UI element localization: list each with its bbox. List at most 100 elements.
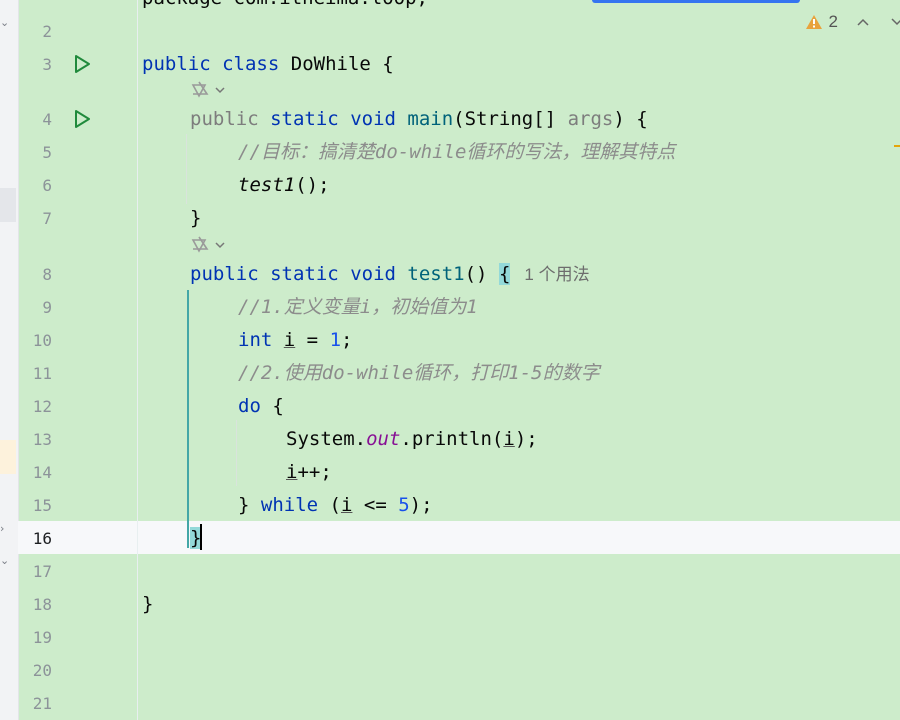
line-number: 13 — [32, 430, 52, 449]
number-literal: 1 — [329, 329, 342, 351]
chevron-down-icon[interactable] — [890, 17, 900, 27]
scope-highlight-bar — [187, 290, 189, 548]
chevron-right-icon[interactable]: › — [0, 522, 12, 535]
indent-guide — [236, 420, 237, 486]
line-number: 18 — [32, 595, 52, 614]
variable: i — [503, 428, 515, 450]
code-line-close-brace[interactable]: } — [190, 207, 201, 229]
code-line-call[interactable]: test1(); — [238, 174, 330, 196]
keyword: public — [142, 53, 211, 75]
code-line-do[interactable]: do { — [238, 395, 284, 417]
static-field: out — [366, 428, 401, 450]
method-name: main — [407, 108, 454, 130]
param-name: args — [567, 108, 614, 130]
variable: i — [340, 494, 353, 516]
keyword: public — [190, 108, 259, 130]
line-number: 17 — [32, 562, 52, 581]
strip-highlight-warning — [0, 440, 16, 474]
call-args: (); — [295, 174, 330, 196]
warning-stripe-marker[interactable] — [894, 145, 900, 147]
line-number: 2 — [42, 22, 52, 41]
paren: ( — [318, 494, 341, 516]
brace: { — [370, 53, 394, 75]
line-number: 4 — [42, 110, 52, 129]
method-name: test1 — [407, 263, 465, 285]
line-number: 7 — [42, 209, 52, 228]
line-number: 14 — [32, 463, 52, 482]
code-comment[interactable]: //2.使用do-while循环，打印1-5的数字 — [238, 362, 600, 384]
class-name: DoWhile — [290, 53, 371, 75]
current-line-highlight — [18, 521, 900, 554]
code-comment[interactable]: //目标：搞清楚do-while循环的写法，理解其特点 — [238, 141, 675, 163]
strip-highlight — [0, 188, 16, 222]
variable: i — [283, 329, 296, 351]
warning-count: 2 — [828, 12, 838, 31]
operator: <= — [352, 494, 399, 516]
keyword: static — [270, 263, 339, 285]
run-main-icon[interactable] — [72, 109, 92, 129]
keyword: void — [350, 108, 396, 130]
code-line-class-declaration[interactable]: public class DoWhile { — [142, 53, 394, 75]
brace: } — [238, 494, 261, 516]
chevron-down-icon[interactable]: ⌄ — [0, 16, 12, 29]
params-close: ) { — [613, 108, 648, 130]
run-class-icon[interactable] — [72, 54, 92, 74]
number-literal: 5 — [398, 494, 410, 516]
indent-guide — [186, 134, 187, 204]
code-line-package[interactable]: package com.itheima.loop; — [142, 0, 428, 9]
active-tab-indicator — [592, 0, 800, 3]
method-call: .println( — [400, 428, 504, 450]
params: () — [464, 263, 499, 285]
line-number: 10 — [32, 331, 52, 350]
chevron-down-icon[interactable]: ⌄ — [0, 554, 12, 567]
code-line-test1-declaration[interactable]: public static void test1() {1 个用法 — [190, 263, 590, 286]
code-editor[interactable]: ⌄ › ⌄ 2 3 4 5 6 7 8 9 10 11 12 13 14 15 … — [0, 0, 900, 720]
brace: { — [260, 395, 284, 417]
keyword: void — [350, 263, 396, 285]
line-number: 15 — [32, 496, 52, 515]
code-line-while[interactable]: } while (i <= 5); — [238, 494, 433, 516]
code-line-increment[interactable]: i++; — [286, 461, 332, 483]
keyword: do — [238, 395, 261, 417]
params-open: (String[] — [453, 108, 568, 130]
line-number: 19 — [32, 628, 52, 647]
ai-assistant-icon[interactable] — [190, 80, 230, 100]
keyword: while — [260, 494, 319, 516]
line-number: 9 — [42, 298, 52, 317]
line-number: 8 — [42, 265, 52, 284]
line-number-current: 16 — [32, 529, 52, 548]
line-number: 5 — [42, 143, 52, 162]
warning-icon — [805, 15, 822, 29]
line-number: 11 — [32, 364, 52, 383]
line-number: 20 — [32, 661, 52, 680]
paren-end: ); — [409, 494, 433, 516]
text-caret — [200, 524, 202, 550]
line-number: 3 — [42, 55, 52, 74]
usages-inlay-hint[interactable]: 1 个用法 — [524, 265, 589, 284]
call-end: ); — [514, 428, 538, 450]
inspection-widget[interactable]: 2 — [805, 10, 900, 34]
method-call: test1 — [238, 174, 296, 196]
code-line-int-declaration[interactable]: int i = 1; — [238, 329, 352, 351]
code-comment[interactable]: //1.定义变量i，初始值为1 — [238, 296, 478, 318]
operator: ++; — [297, 461, 332, 483]
code-line-close-class[interactable]: } — [142, 593, 153, 615]
line-number: 21 — [32, 694, 52, 713]
gutter-separator — [137, 0, 138, 720]
ai-assistant-icon[interactable] — [190, 235, 230, 255]
keyword: static — [270, 108, 339, 130]
left-tool-strip: ⌄ › ⌄ — [0, 0, 19, 720]
operator: = — [295, 329, 330, 351]
chevron-up-icon[interactable] — [856, 17, 870, 27]
line-number: 12 — [32, 397, 52, 416]
variable: i — [286, 461, 298, 483]
keyword: class — [222, 53, 280, 75]
keyword: int — [238, 329, 273, 351]
code-line-main-declaration[interactable]: public static void main(String[] args) { — [190, 108, 648, 130]
code-line-println[interactable]: System.out.println(i); — [286, 428, 538, 450]
class-ref: System. — [286, 428, 367, 450]
matched-brace: { — [498, 263, 511, 285]
semicolon: ; — [341, 329, 353, 351]
keyword: public — [190, 263, 259, 285]
line-number: 6 — [42, 176, 52, 195]
